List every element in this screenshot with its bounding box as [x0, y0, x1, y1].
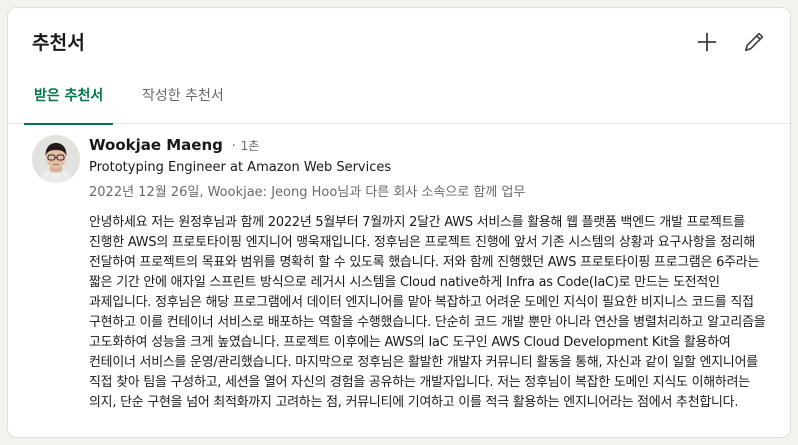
- recommender-name-line: Wookjae Maeng · 1촌: [89, 136, 259, 154]
- connection-degree: 1촌: [240, 139, 260, 153]
- recommender-headline: Prototyping Engineer at Amazon Web Servi…: [89, 160, 392, 175]
- profile-photo: [32, 135, 80, 183]
- tab-given[interactable]: 작성한 추천서: [140, 68, 226, 124]
- recommendation-text: 안녕하세요 저는 원정후님과 함께 2022년 5월부터 7월까지 2달간 AW…: [89, 215, 766, 410]
- tab-received[interactable]: 받은 추천서: [23, 68, 114, 125]
- recommender-name[interactable]: Wookjae Maeng: [89, 136, 223, 154]
- pencil-icon: [744, 32, 764, 52]
- avatar[interactable]: [32, 135, 80, 183]
- plus-icon: [697, 32, 717, 52]
- recommendations-card: 추천서 받은 추천서 작성한 추천서 Wookjae Maeng · 1촌 Pr…: [8, 8, 790, 437]
- recommendation-meta: 2022년 12월 26일, Wookjae: Jeong Hoo님과 다른 회…: [89, 185, 526, 200]
- separator-dot: ·: [231, 139, 236, 154]
- add-recommendation-button[interactable]: [693, 28, 721, 56]
- card-header: 추천서: [8, 8, 790, 68]
- section-title: 추천서: [32, 32, 86, 54]
- recommendation-tabs: 받은 추천서 작성한 추천서: [8, 68, 790, 125]
- edit-recommendations-button[interactable]: [740, 28, 768, 56]
- recommendation-item: Wookjae Maeng · 1촌 Prototyping Engineer …: [8, 125, 790, 437]
